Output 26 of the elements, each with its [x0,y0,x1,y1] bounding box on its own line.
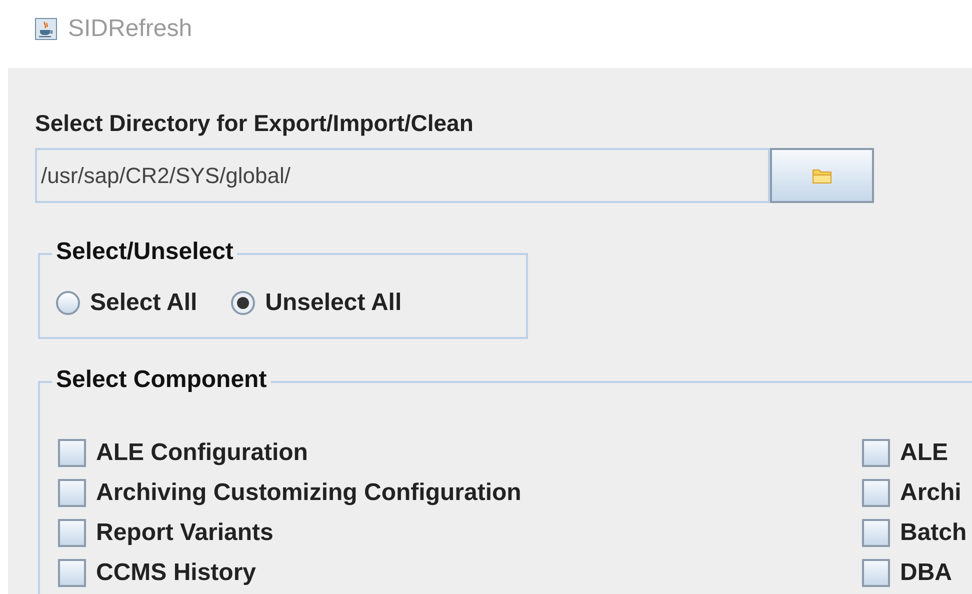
coffee-cup-icon [35,18,57,40]
browse-button[interactable] [770,148,874,203]
checkbox[interactable] [58,519,86,547]
checkbox[interactable] [862,439,890,467]
checkbox-label: Batch [900,519,967,547]
checkbox-label: Archi [900,479,962,507]
checkbox-label: ALE [900,439,948,467]
radio-label: Select All [90,289,198,317]
checkbox-label: Report Variants [96,519,274,547]
directory-field[interactable]: /usr/sap/CR2/SYS/global/ [35,148,770,203]
checkbox[interactable] [862,519,890,547]
checkbox-label: CCMS History [96,559,256,587]
folder-icon [812,168,832,184]
radio-button[interactable] [231,291,256,315]
checkbox[interactable] [862,479,890,507]
checkbox-label: Archiving Customizing Configuration [96,479,522,507]
checkbox-label: DBA [900,559,952,587]
window-title: SIDRefresh [68,15,192,43]
checkbox-label: ALE Configuration [96,439,308,467]
checkbox[interactable] [58,559,86,587]
checkbox[interactable] [862,559,890,587]
directory-label: Select Directory for Export/Import/Clean [35,110,474,138]
checkbox[interactable] [58,439,86,467]
checkbox[interactable] [58,479,86,507]
radio-label: Unselect All [265,289,402,317]
radio-button[interactable] [56,291,80,315]
